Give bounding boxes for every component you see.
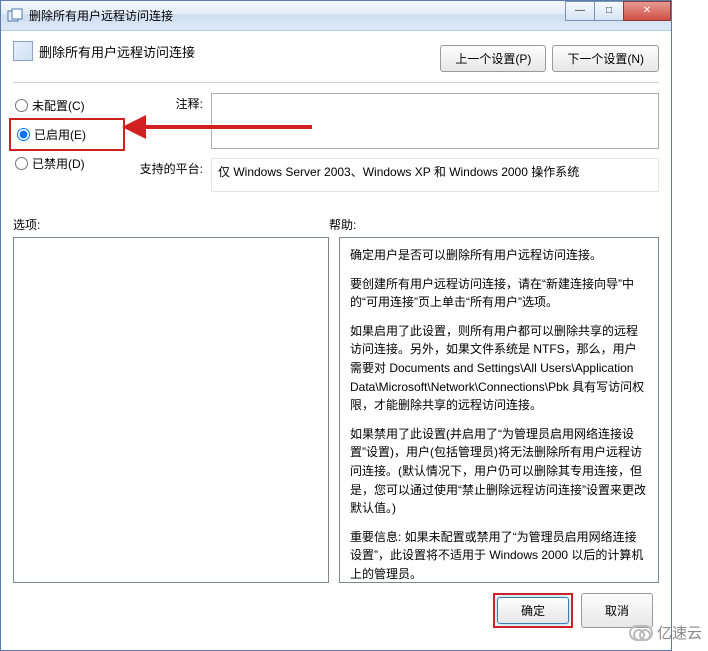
radio-disabled-input[interactable] (15, 157, 28, 170)
radio-enabled-label: 已启用(E) (34, 126, 86, 143)
watermark: 亿速云 (629, 622, 702, 643)
policy-icon (13, 41, 33, 61)
next-setting-button[interactable]: 下一个设置(N) (552, 45, 659, 72)
help-panel: 确定用户是否可以删除所有用户远程访问连接。 要创建所有用户远程访问连接，请在“新… (339, 237, 659, 583)
ok-button[interactable]: 确定 (497, 597, 569, 624)
dialog-footer: 确定 取消 (13, 583, 659, 628)
watermark-text: 亿速云 (657, 622, 702, 643)
window-buttons: — □ ✕ (565, 1, 671, 21)
radio-enabled[interactable]: 已启用(E) (15, 122, 119, 147)
comment-input[interactable] (211, 93, 659, 149)
titlebar: 删除所有用户远程访问连接 — □ ✕ (1, 1, 671, 31)
help-p5: 重要信息: 如果未配置或禁用了“为管理员启用网络连接设置”，此设置将不适用于 W… (350, 528, 648, 583)
divider (13, 82, 659, 83)
help-label: 帮助: (329, 216, 356, 233)
help-p4: 如果禁用了此设置(并启用了“为管理员启用网络连接设置”设置)，用户(包括管理员)… (350, 425, 648, 518)
close-button[interactable]: ✕ (623, 1, 671, 21)
ok-highlight: 确定 (493, 593, 573, 628)
supported-on-value: 仅 Windows Server 2003、Windows XP 和 Windo… (211, 158, 659, 192)
maximize-button[interactable]: □ (594, 1, 624, 21)
system-icon (7, 8, 23, 24)
supported-on-label: 支持的平台: (135, 158, 211, 192)
policy-title: 删除所有用户远程访问连接 (39, 42, 195, 61)
state-radio-group: 未配置(C) 已启用(E) 已禁用(D) (13, 93, 125, 198)
options-panel (13, 237, 329, 583)
radio-disabled-label: 已禁用(D) (32, 155, 85, 172)
minimize-button[interactable]: — (565, 1, 595, 21)
radio-not-configured-label: 未配置(C) (32, 97, 85, 114)
watermark-icon (629, 625, 653, 641)
options-label: 选项: (13, 216, 329, 233)
radio-not-configured[interactable]: 未配置(C) (13, 93, 125, 118)
window-title: 删除所有用户远程访问连接 (29, 7, 565, 24)
client-area: 删除所有用户远程访问连接 上一个设置(P) 下一个设置(N) 未配置(C) 已启… (1, 31, 671, 650)
help-p3: 如果启用了此设置，则所有用户都可以删除共享的远程访问连接。另外，如果文件系统是 … (350, 322, 648, 415)
radio-not-configured-input[interactable] (15, 99, 28, 112)
comment-label: 注释: (135, 93, 211, 152)
previous-setting-button[interactable]: 上一个设置(P) (440, 45, 546, 72)
radio-disabled[interactable]: 已禁用(D) (13, 151, 125, 176)
radio-enabled-input[interactable] (17, 128, 30, 141)
policy-dialog-window: 删除所有用户远程访问连接 — □ ✕ 删除所有用户远程访问连接 上一个设置(P)… (0, 0, 672, 651)
help-p2: 要创建所有用户远程访问连接，请在“新建连接向导”中的“可用连接”页上单击“所有用… (350, 275, 648, 312)
help-p1: 确定用户是否可以删除所有用户远程访问连接。 (350, 246, 648, 265)
enabled-highlight: 已启用(E) (9, 118, 125, 151)
